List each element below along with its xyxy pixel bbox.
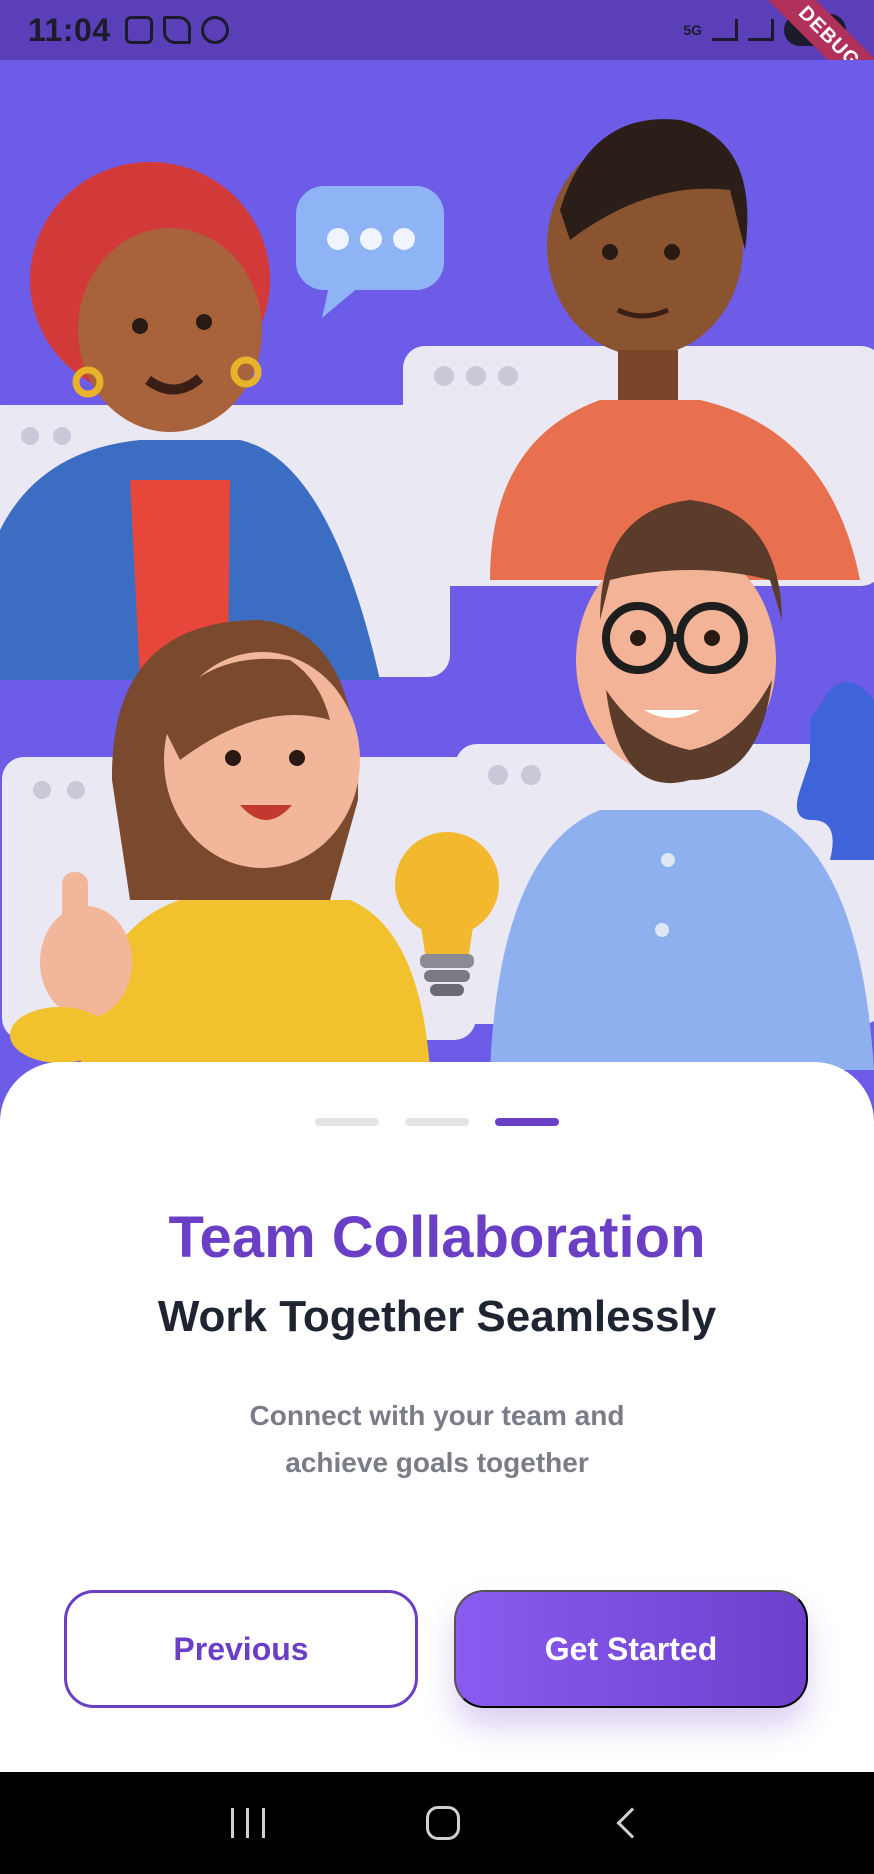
team-illustration [0,60,874,1070]
system-navigation-bar [0,1772,874,1874]
signal-icon-2 [748,19,774,41]
status-bar: 11:04 5G [0,0,874,60]
page-dot-3-active[interactable] [495,1118,559,1126]
network-type: 5G [683,22,702,38]
page-dot-1[interactable] [315,1118,379,1126]
recents-icon[interactable] [230,1808,265,1838]
page-description: Connect with your team and achieve goals… [249,1400,625,1478]
page-subtitle: Work Together Seamlessly [157,1292,717,1341]
close-circle-icon [200,16,229,44]
onboarding-sheet: Team Collaboration Work Together Seamles… [0,1062,874,1772]
get-started-button[interactable]: Get Started [454,1590,808,1708]
previous-button[interactable]: Previous [64,1590,418,1708]
telegram-icon [162,16,191,44]
notification-icons [124,16,229,44]
back-icon[interactable] [616,1807,648,1839]
page-title: Team Collaboration [168,1205,706,1270]
home-icon[interactable] [425,1806,460,1840]
signal-icon [712,19,738,41]
page-indicator [0,1118,874,1126]
screenshot-icon [124,16,153,44]
status-time: 11:04 [28,11,111,48]
page-dot-2[interactable] [405,1118,469,1126]
hero-illustration [0,60,874,1070]
